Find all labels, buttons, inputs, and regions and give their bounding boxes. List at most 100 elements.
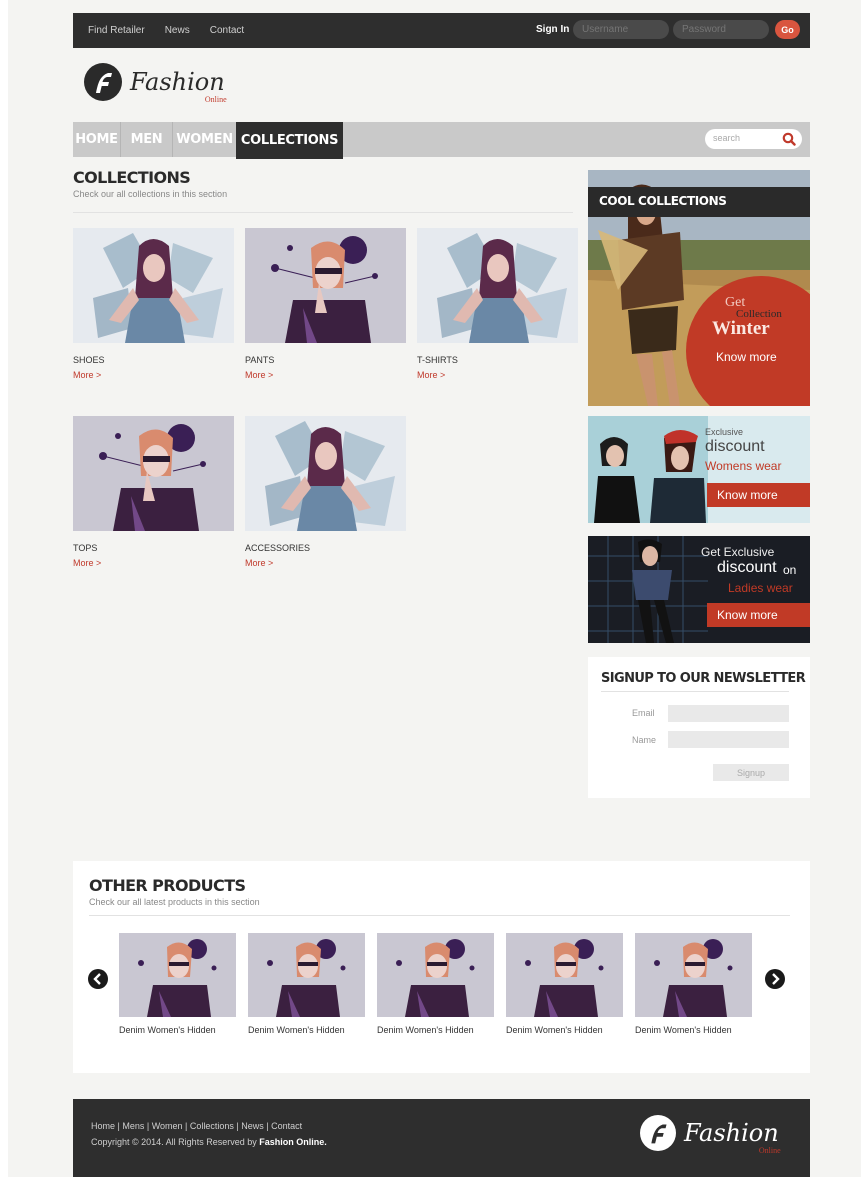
footer: Home | Mens | Women | Collections | News…	[73, 1099, 810, 1177]
nav-home[interactable]: HOME	[73, 122, 120, 157]
collection-image[interactable]	[245, 416, 406, 531]
logo-word: Fashion	[130, 68, 225, 96]
collection-card-tshirts[interactable]: T-SHIRTS More >	[417, 228, 578, 380]
product-card[interactable]: Denim Women's Hidden	[248, 933, 365, 1035]
product-name[interactable]: Denim Women's Hidden	[506, 1025, 623, 1035]
logo-word: Fashion	[684, 1119, 779, 1147]
copyright-brand: Fashion Online.	[259, 1137, 327, 1147]
collection-name: PANTS	[245, 355, 275, 365]
womens-wear-text: Womens wear	[705, 459, 782, 473]
collection-image[interactable]	[245, 228, 406, 343]
email-label: Email	[632, 708, 655, 718]
product-card[interactable]: Denim Women's Hidden	[377, 933, 494, 1035]
other-products-section: OTHER PRODUCTS Check our all latest prod…	[73, 861, 810, 1073]
discount-text: discount	[705, 438, 765, 455]
product-image[interactable]	[377, 933, 494, 1017]
logo-f-icon	[84, 63, 122, 101]
chevron-left-icon	[93, 973, 101, 985]
collection-card-pants[interactable]: PANTS More >	[245, 228, 406, 380]
collection-image[interactable]	[73, 416, 234, 531]
collection-name: ACCESSORIES	[245, 543, 311, 553]
more-link[interactable]: More >	[73, 370, 234, 380]
footer-logo[interactable]: Fashion Online	[640, 1115, 781, 1155]
find-retailer-link[interactable]: Find Retailer	[88, 25, 145, 36]
footer-links[interactable]: Home | Mens | Women | Collections | News…	[91, 1121, 302, 1131]
top-links: Find Retailer News Contact	[88, 13, 244, 48]
carousel-prev-button[interactable]	[88, 969, 108, 989]
nav-collections[interactable]: COLLECTIONS	[236, 122, 343, 159]
product-card[interactable]: Denim Women's Hidden	[635, 933, 752, 1035]
logo-f-icon	[640, 1115, 676, 1151]
cool-collections-title: COOL COLLECTIONS	[599, 194, 727, 208]
search-box[interactable]: search	[705, 129, 802, 149]
other-products-title: OTHER PRODUCTS	[89, 876, 246, 895]
email-field[interactable]	[668, 705, 789, 722]
newsletter-box: SIGNUP TO OUR NEWSLETTER Email Name Sign…	[588, 657, 810, 798]
other-products-subtitle: Check our all latest products in this se…	[89, 897, 260, 907]
ladies-discount-banner[interactable]: Get Exclusive discount on Ladies wear Kn…	[588, 536, 810, 643]
logo-sub: Online	[204, 95, 227, 104]
collection-name: T-SHIRTS	[417, 355, 458, 365]
collection-name: TOPS	[73, 543, 98, 553]
contact-link[interactable]: Contact	[210, 25, 244, 36]
sign-in-label: Sign In	[536, 24, 570, 35]
get-exclusive-text: Get Exclusive	[701, 545, 775, 559]
site-logo[interactable]: Fashion Online	[84, 63, 227, 104]
product-name[interactable]: Denim Women's Hidden	[377, 1025, 494, 1035]
search-icon[interactable]	[782, 132, 796, 146]
exclusive-text: Exclusive	[705, 427, 744, 437]
more-link[interactable]: More >	[245, 558, 406, 568]
logo-sub: Online	[758, 1146, 781, 1155]
search-placeholder: search	[713, 133, 741, 143]
collections-title: COLLECTIONS	[73, 168, 191, 187]
divider	[73, 212, 573, 213]
product-image[interactable]	[119, 933, 236, 1017]
promo-winter: Winter	[712, 318, 770, 339]
name-label: Name	[632, 735, 657, 745]
nav-men[interactable]: MEN	[121, 122, 172, 157]
product-card[interactable]: Denim Women's Hidden	[506, 933, 623, 1035]
main-nav: HOME MEN WOMEN COLLECTIONS search	[73, 122, 810, 159]
know-more-link[interactable]: Know more	[716, 350, 777, 364]
password-input[interactable]	[673, 20, 769, 39]
collection-image[interactable]	[73, 228, 234, 343]
discount-text: discount	[717, 559, 777, 576]
name-field[interactable]	[668, 731, 789, 748]
more-link[interactable]: More >	[245, 370, 406, 380]
go-button[interactable]: Go	[775, 20, 800, 39]
more-link[interactable]: More >	[417, 370, 578, 380]
news-link[interactable]: News	[165, 25, 190, 36]
divider	[601, 691, 789, 692]
collection-name: SHOES	[73, 355, 105, 365]
more-link[interactable]: More >	[73, 558, 234, 568]
product-name[interactable]: Denim Women's Hidden	[119, 1025, 236, 1035]
username-input[interactable]	[573, 20, 669, 39]
newsletter-title: SIGNUP TO OUR NEWSLETTER	[601, 671, 806, 686]
ladies-wear-text: Ladies wear	[728, 581, 793, 595]
copyright: Copyright © 2014. All Rights Reserved by…	[91, 1137, 327, 1147]
nav-women[interactable]: WOMEN	[173, 122, 236, 157]
chevron-right-icon	[772, 973, 780, 985]
copyright-text: Copyright © 2014. All Rights Reserved by	[91, 1137, 257, 1147]
know-more-button[interactable]: Know more	[707, 483, 810, 507]
product-name[interactable]: Denim Women's Hidden	[635, 1025, 752, 1035]
product-image[interactable]	[248, 933, 365, 1017]
collection-card-shoes[interactable]: SHOES More >	[73, 228, 234, 380]
signup-button[interactable]: Signup	[713, 764, 789, 781]
collection-image[interactable]	[417, 228, 578, 343]
product-image[interactable]	[506, 933, 623, 1017]
collections-header: COLLECTIONS Check our all collections in…	[73, 168, 573, 199]
womens-discount-banner[interactable]: Exclusive discount Womens wear Know more	[588, 416, 810, 523]
cool-collections-banner[interactable]: COOL COLLECTIONS Get Collection Winter K…	[588, 170, 810, 406]
carousel-next-button[interactable]	[765, 969, 785, 989]
on-text: on	[783, 563, 797, 577]
collection-card-tops[interactable]: TOPS More >	[73, 416, 234, 568]
collection-card-accessories[interactable]: ACCESSORIES More >	[245, 416, 406, 568]
product-card[interactable]: Denim Women's Hidden	[119, 933, 236, 1035]
product-name[interactable]: Denim Women's Hidden	[248, 1025, 365, 1035]
divider	[89, 915, 790, 916]
collections-subtitle: Check our all collections in this sectio…	[73, 189, 228, 199]
top-bar: Find Retailer News Contact Sign In Go	[73, 13, 810, 48]
know-more-button[interactable]: Know more	[707, 603, 810, 627]
product-image[interactable]	[635, 933, 752, 1017]
